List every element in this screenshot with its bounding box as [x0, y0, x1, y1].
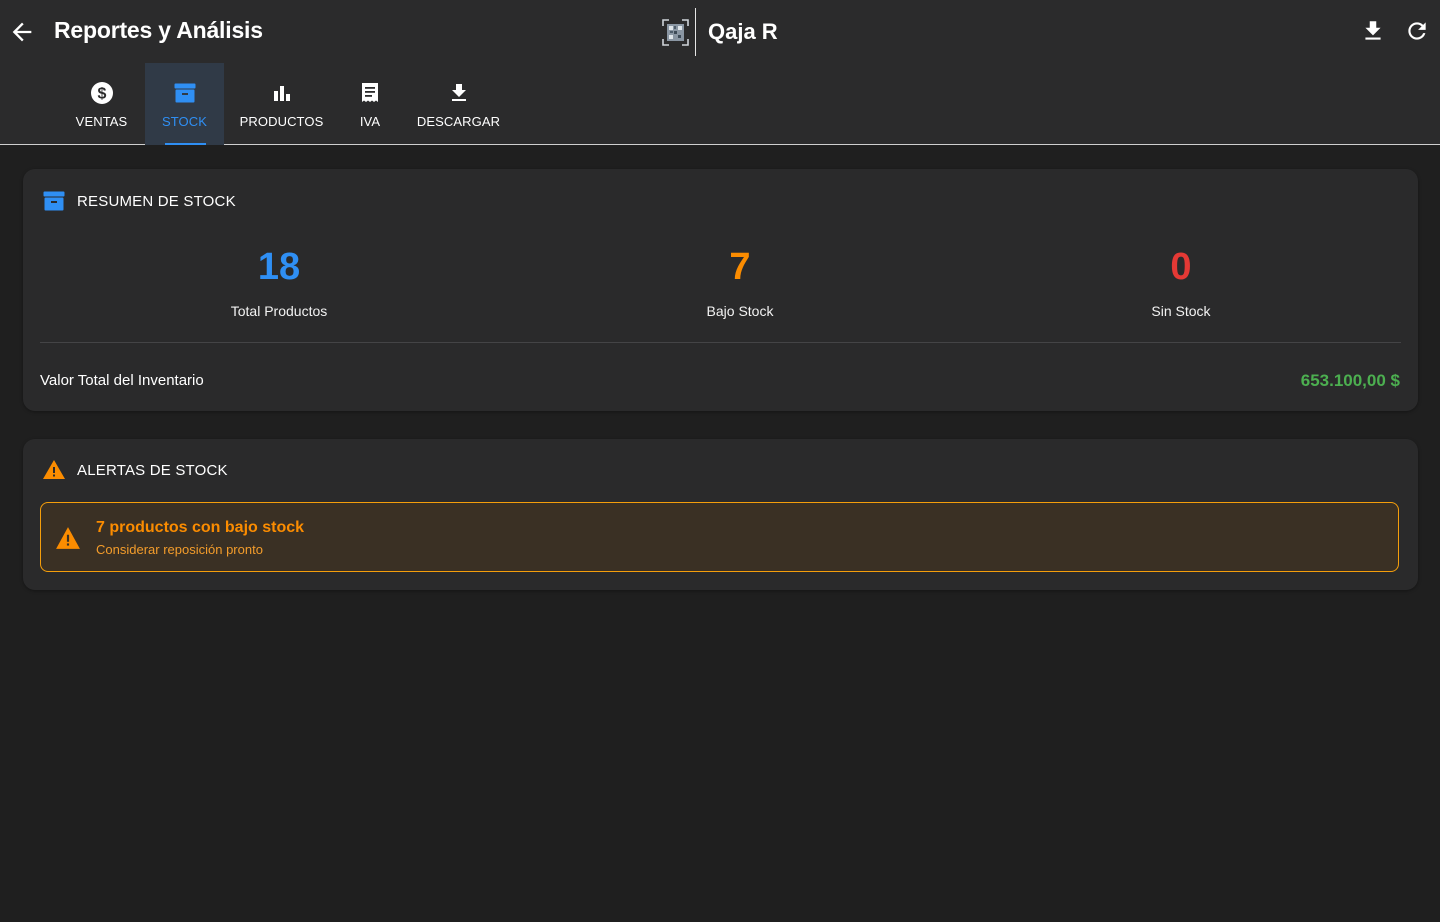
warning-icon — [43, 460, 65, 479]
card-header: ALERTAS DE STOCK — [42, 457, 228, 483]
stat-value: 7 — [729, 246, 751, 288]
stat-value: 18 — [257, 246, 301, 288]
alert-title: 7 productos con bajo stock — [96, 519, 305, 536]
divider — [40, 342, 1401, 343]
inventory-value: 653.100,00 $ — [1300, 371, 1400, 390]
page-title: Reportes y Análisis — [54, 17, 263, 43]
bar-chart-icon — [269, 80, 295, 106]
tab-iva[interactable]: IVA — [339, 63, 401, 145]
svg-text:$: $ — [97, 86, 106, 103]
tab-stock[interactable]: STOCK — [145, 63, 224, 145]
archive-box-icon — [43, 191, 65, 211]
tab-label: PRODUCTOS — [239, 114, 324, 129]
brand-name: Qaja R — [708, 19, 778, 44]
archive-box-icon — [172, 80, 198, 106]
low-stock-alert[interactable]: 7 productos con bajo stock Considerar re… — [40, 502, 1399, 572]
inventory-value-label: Valor Total del Inventario — [40, 372, 204, 389]
tab-descargar[interactable]: DESCARGAR — [401, 63, 516, 145]
card-title: ALERTAS DE STOCK — [77, 461, 228, 479]
tab-label: VENTAS — [75, 114, 128, 129]
card-header: RESUMEN DE STOCK — [42, 188, 236, 214]
stat-label: Bajo Stock — [706, 303, 774, 319]
alert-subtitle: Considerar reposición pronto — [96, 542, 263, 557]
tab-productos[interactable]: PRODUCTOS — [224, 63, 339, 145]
stat-label: Sin Stock — [1151, 303, 1211, 319]
brand-divider — [695, 8, 696, 56]
receipt-icon — [357, 80, 383, 106]
tab-label: DESCARGAR — [416, 114, 501, 129]
back-arrow-icon[interactable] — [8, 18, 36, 46]
stat-bajo-stock: 7 Bajo Stock — [630, 245, 850, 319]
tab-bar: $ VENTAS STOCK PRODUCTOS IVA DESCARGAR — [58, 63, 516, 145]
dollar-circle-icon: $ — [89, 80, 115, 106]
refresh-icon[interactable] — [1404, 18, 1430, 44]
stock-alerts-card: ALERTAS DE STOCK 7 productos con bajo st… — [23, 439, 1418, 590]
download-icon — [446, 80, 472, 106]
card-title: RESUMEN DE STOCK — [77, 192, 236, 210]
brand: Qaja R — [662, 8, 778, 56]
download-icon[interactable] — [1360, 18, 1386, 44]
app-bar: Reportes y Análisis Qaja R $ VENTAS STOC… — [0, 0, 1440, 145]
warning-icon — [56, 527, 80, 549]
stat-label: Total Productos — [230, 303, 328, 319]
tab-label: IVA — [359, 114, 381, 129]
stock-summary-card: RESUMEN DE STOCK 18 Total Productos 7 Ba… — [23, 169, 1418, 411]
stat-total-productos: 18 Total Productos — [169, 245, 389, 319]
tab-label: STOCK — [161, 114, 208, 129]
tab-ventas[interactable]: $ VENTAS — [58, 63, 145, 145]
stat-value: 0 — [1170, 246, 1192, 288]
stat-sin-stock: 0 Sin Stock — [1071, 245, 1291, 319]
qr-logo-icon — [662, 18, 689, 46]
